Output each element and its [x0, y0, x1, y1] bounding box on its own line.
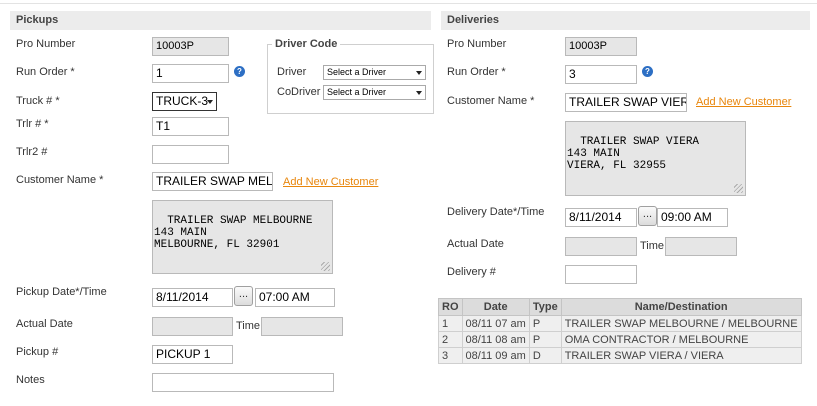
delivery-run-order-input[interactable]: 3: [565, 65, 637, 84]
trlr2-label: Trlr2 #: [16, 146, 48, 158]
table-cell: D: [528, 347, 562, 364]
delivery-run-order-label: Run Order *: [447, 66, 506, 78]
delivery-add-new-customer-link[interactable]: Add New Customer: [696, 96, 791, 108]
resize-grip-icon[interactable]: [734, 184, 743, 193]
pickups-header: Pickups: [10, 11, 431, 30]
table-row[interactable]: 3 08/11 09 am D TRAILER SWAP VIERA / VIE…: [438, 347, 802, 364]
pickup-actual-time-field: [261, 317, 343, 336]
pickup-customer-name-input[interactable]: TRAILER SWAP MELBOURNE: [152, 172, 273, 191]
pickup-time-input[interactable]: 07:00 AM: [255, 288, 335, 307]
pickup-pro-number-field: 10003P: [152, 37, 229, 56]
delivery-actual-time-field: [665, 237, 737, 256]
pickup-address-text: TRAILER SWAP MELBOURNE 143 MAIN MELBOURN…: [154, 215, 313, 251]
delivery-number-input[interactable]: [565, 265, 637, 284]
table-cell: 08/11 09 am: [461, 347, 530, 364]
pickup-actual-date-label: Actual Date: [16, 318, 73, 330]
trlr2-input[interactable]: [152, 145, 229, 164]
delivery-address-text: TRAILER SWAP VIERA 143 MAIN VIERA, FL 32…: [567, 136, 700, 172]
table-cell: TRAILER SWAP VIERA / VIERA: [560, 347, 802, 364]
delivery-address-textarea[interactable]: TRAILER SWAP VIERA 143 MAIN VIERA, FL 32…: [565, 121, 746, 196]
driver-select[interactable]: Select a Driver: [323, 65, 426, 80]
chevron-down-icon: [416, 91, 422, 95]
stops-table: RO Date Type Name/Destination 1 08/11 07…: [438, 298, 802, 364]
chevron-down-icon: [207, 100, 213, 104]
delivery-number-label: Delivery #: [447, 266, 496, 278]
driver-select-value: Select a Driver: [327, 67, 387, 77]
table-cell: TRAILER SWAP MELBOURNE / MELBOURNE: [560, 315, 802, 332]
pickup-actual-date-field: [152, 317, 233, 336]
delivery-date-input[interactable]: 8/11/2014: [565, 208, 637, 227]
pickup-number-label: Pickup #: [16, 346, 59, 358]
delivery-actual-time-label: Time: [640, 240, 665, 252]
truck-select[interactable]: TRUCK-3: [152, 92, 217, 111]
pickup-date-picker-button[interactable]: ...: [234, 286, 253, 306]
column-header-date[interactable]: Date: [461, 298, 530, 316]
delivery-date-picker-button[interactable]: ...: [638, 206, 657, 226]
top-divider: [0, 3, 817, 4]
delivery-customer-name-label: Customer Name *: [447, 95, 535, 107]
truck-select-value: TRUCK-3: [156, 94, 209, 108]
table-cell: P: [528, 331, 562, 348]
column-header-type[interactable]: Type: [528, 298, 562, 316]
pickup-datetime-label: Pickup Date*/Time: [16, 286, 107, 298]
notes-label: Notes: [16, 374, 45, 386]
pickup-customer-name-label: Customer Name *: [16, 174, 104, 186]
pickup-address-textarea[interactable]: TRAILER SWAP MELBOURNE 143 MAIN MELBOURN…: [152, 200, 333, 274]
deliveries-header: Deliveries: [441, 11, 810, 30]
help-icon[interactable]: ?: [234, 66, 245, 77]
pickup-pro-number-label: Pro Number: [16, 38, 76, 50]
chevron-down-icon: [416, 71, 422, 75]
table-cell: 2: [438, 331, 463, 348]
pickup-run-order-input[interactable]: 1: [152, 64, 229, 83]
codriver-select[interactable]: Select a Driver: [323, 85, 426, 100]
delivery-pro-number-label: Pro Number: [447, 38, 507, 50]
help-icon[interactable]: ?: [642, 66, 653, 77]
notes-input[interactable]: [152, 373, 334, 392]
pickup-run-order-label: Run Order *: [16, 66, 75, 78]
column-header-ro[interactable]: RO: [438, 298, 463, 316]
table-row[interactable]: 2 08/11 08 am P OMA CONTRACTOR / MELBOUR…: [438, 331, 802, 348]
delivery-actual-date-label: Actual Date: [447, 238, 504, 250]
delivery-datetime-label: Delivery Date*/Time: [447, 206, 545, 218]
table-cell: 08/11 08 am: [461, 331, 530, 348]
table-header-row: RO Date Type Name/Destination: [438, 298, 802, 316]
delivery-customer-name-input[interactable]: TRAILER SWAP VIERA: [565, 93, 687, 112]
driver-label: Driver: [277, 66, 307, 78]
resize-grip-icon[interactable]: [321, 262, 330, 271]
codriver-label: CoDriver: [277, 86, 321, 98]
table-cell: 08/11 07 am: [461, 315, 530, 332]
table-cell: OMA CONTRACTOR / MELBOURNE: [560, 331, 802, 348]
trlr-input[interactable]: T1: [152, 117, 229, 136]
delivery-time-input[interactable]: 09:00 AM: [657, 208, 728, 227]
codriver-select-value: Select a Driver: [327, 87, 387, 97]
pickup-actual-time-label: Time: [236, 320, 261, 332]
pickup-number-input[interactable]: PICKUP 1: [152, 345, 233, 364]
driver-code-legend: Driver Code: [272, 38, 341, 50]
trlr-label: Trlr # *: [16, 118, 49, 130]
table-cell: P: [528, 315, 562, 332]
pickup-add-new-customer-link[interactable]: Add New Customer: [283, 176, 378, 188]
table-cell: 1: [438, 315, 463, 332]
table-row[interactable]: 1 08/11 07 am P TRAILER SWAP MELBOURNE /…: [438, 315, 802, 332]
truck-label: Truck # *: [16, 95, 60, 107]
column-header-name-destination[interactable]: Name/Destination: [560, 298, 802, 316]
table-cell: 3: [438, 347, 463, 364]
pickup-date-input[interactable]: 8/11/2014: [152, 288, 233, 307]
delivery-pro-number-field: 10003P: [565, 37, 637, 56]
delivery-actual-date-field: [565, 237, 637, 256]
